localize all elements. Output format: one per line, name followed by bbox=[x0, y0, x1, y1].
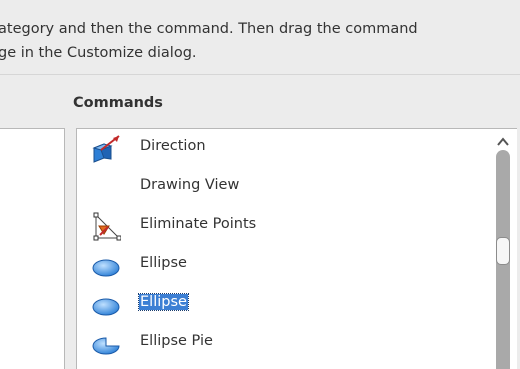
command-item-ellipse-pie[interactable]: Ellipse Pie bbox=[77, 324, 489, 363]
categories-list[interactable] bbox=[0, 128, 65, 369]
ellipse-pie-icon bbox=[92, 337, 120, 355]
instructions-line-2: ge in the Customize dialog. bbox=[0, 45, 197, 61]
chevron-up-icon[interactable] bbox=[494, 135, 512, 149]
commands-list[interactable]: Direction Drawing View Eliminate Points bbox=[76, 128, 489, 369]
command-item-label: Drawing View bbox=[140, 177, 240, 193]
command-item-label: Ellipse Pie bbox=[140, 333, 213, 349]
command-item-label: Direction bbox=[140, 138, 206, 154]
scrollbar-thumb[interactable] bbox=[496, 237, 510, 265]
ellipse-icon bbox=[92, 298, 120, 316]
eliminate-points-icon bbox=[93, 212, 121, 241]
command-item-label: Ellipse bbox=[140, 255, 187, 271]
commands-scrollbar[interactable] bbox=[489, 128, 517, 369]
instructions-text: ategory and then the command. Then drag … bbox=[0, 17, 520, 65]
command-item-label: Eliminate Points bbox=[140, 216, 257, 232]
divider bbox=[0, 74, 520, 75]
command-item-direction[interactable]: Direction bbox=[77, 129, 489, 168]
ellipse-icon bbox=[92, 259, 120, 277]
commands-heading: Commands bbox=[73, 95, 163, 111]
command-item-drawing-view[interactable]: Drawing View bbox=[77, 168, 489, 207]
command-item-eliminate-points[interactable]: Eliminate Points bbox=[77, 207, 489, 246]
direction-icon bbox=[92, 135, 120, 163]
command-item-ellipse[interactable]: Ellipse bbox=[77, 246, 489, 285]
command-item-ellipse-selected[interactable]: Ellipse bbox=[77, 285, 489, 324]
instructions-line-1: ategory and then the command. Then drag … bbox=[0, 21, 418, 37]
command-item-label: Ellipse bbox=[138, 293, 189, 311]
